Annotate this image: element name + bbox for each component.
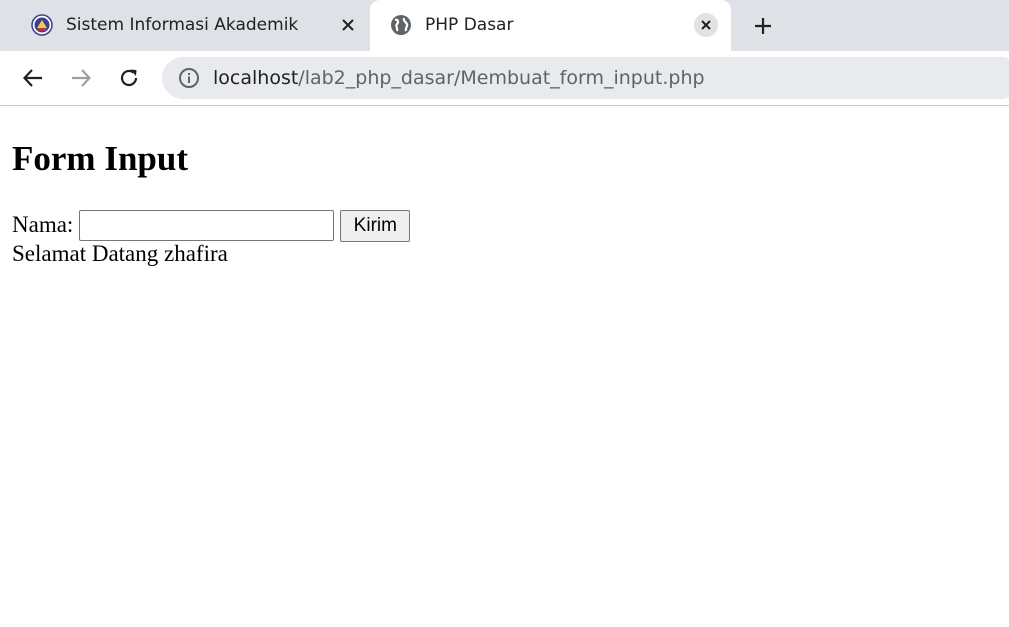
address-bar[interactable]: localhost/lab2_php_dasar/Membuat_form_in… xyxy=(162,57,1009,99)
url-host: localhost xyxy=(213,67,299,89)
url-path: /lab2_php_dasar/Membuat_form_input.php xyxy=(298,67,705,89)
tab-strip: Sistem Informasi Akademik PHP Dasar xyxy=(0,0,1009,51)
browser-toolbar: localhost/lab2_php_dasar/Membuat_form_in… xyxy=(0,51,1009,106)
greeting-text: Selamat Datang zhafira xyxy=(12,241,228,266)
page-content: Form Input Nama: Kirim Selamat Datang zh… xyxy=(0,106,1009,627)
tab-title: Sistem Informasi Akademik xyxy=(66,15,299,35)
url-text: localhost/lab2_php_dasar/Membuat_form_in… xyxy=(213,67,705,89)
back-arrow-icon[interactable] xyxy=(19,64,47,92)
tab-php-dasar[interactable]: PHP Dasar xyxy=(370,0,731,51)
close-tab-icon[interactable] xyxy=(336,13,360,37)
tab-title: PHP Dasar xyxy=(425,15,514,35)
forward-arrow-icon[interactable] xyxy=(67,64,95,92)
tab-sistem-informasi-akademik[interactable]: Sistem Informasi Akademik xyxy=(0,0,370,51)
name-label: Nama: xyxy=(12,212,74,237)
info-icon[interactable] xyxy=(178,67,200,89)
university-logo-icon xyxy=(31,14,53,36)
name-form: Nama: Kirim xyxy=(12,209,411,242)
submit-button[interactable]: Kirim xyxy=(340,209,411,242)
page-title: Form Input xyxy=(12,139,188,178)
name-input[interactable] xyxy=(79,209,335,241)
new-tab-plus-icon[interactable] xyxy=(749,12,777,40)
reload-icon[interactable] xyxy=(115,64,143,92)
close-tab-icon[interactable] xyxy=(694,13,718,37)
globe-icon xyxy=(390,14,412,36)
browser-window: Sistem Informasi Akademik PHP Dasar loca… xyxy=(0,0,1009,627)
